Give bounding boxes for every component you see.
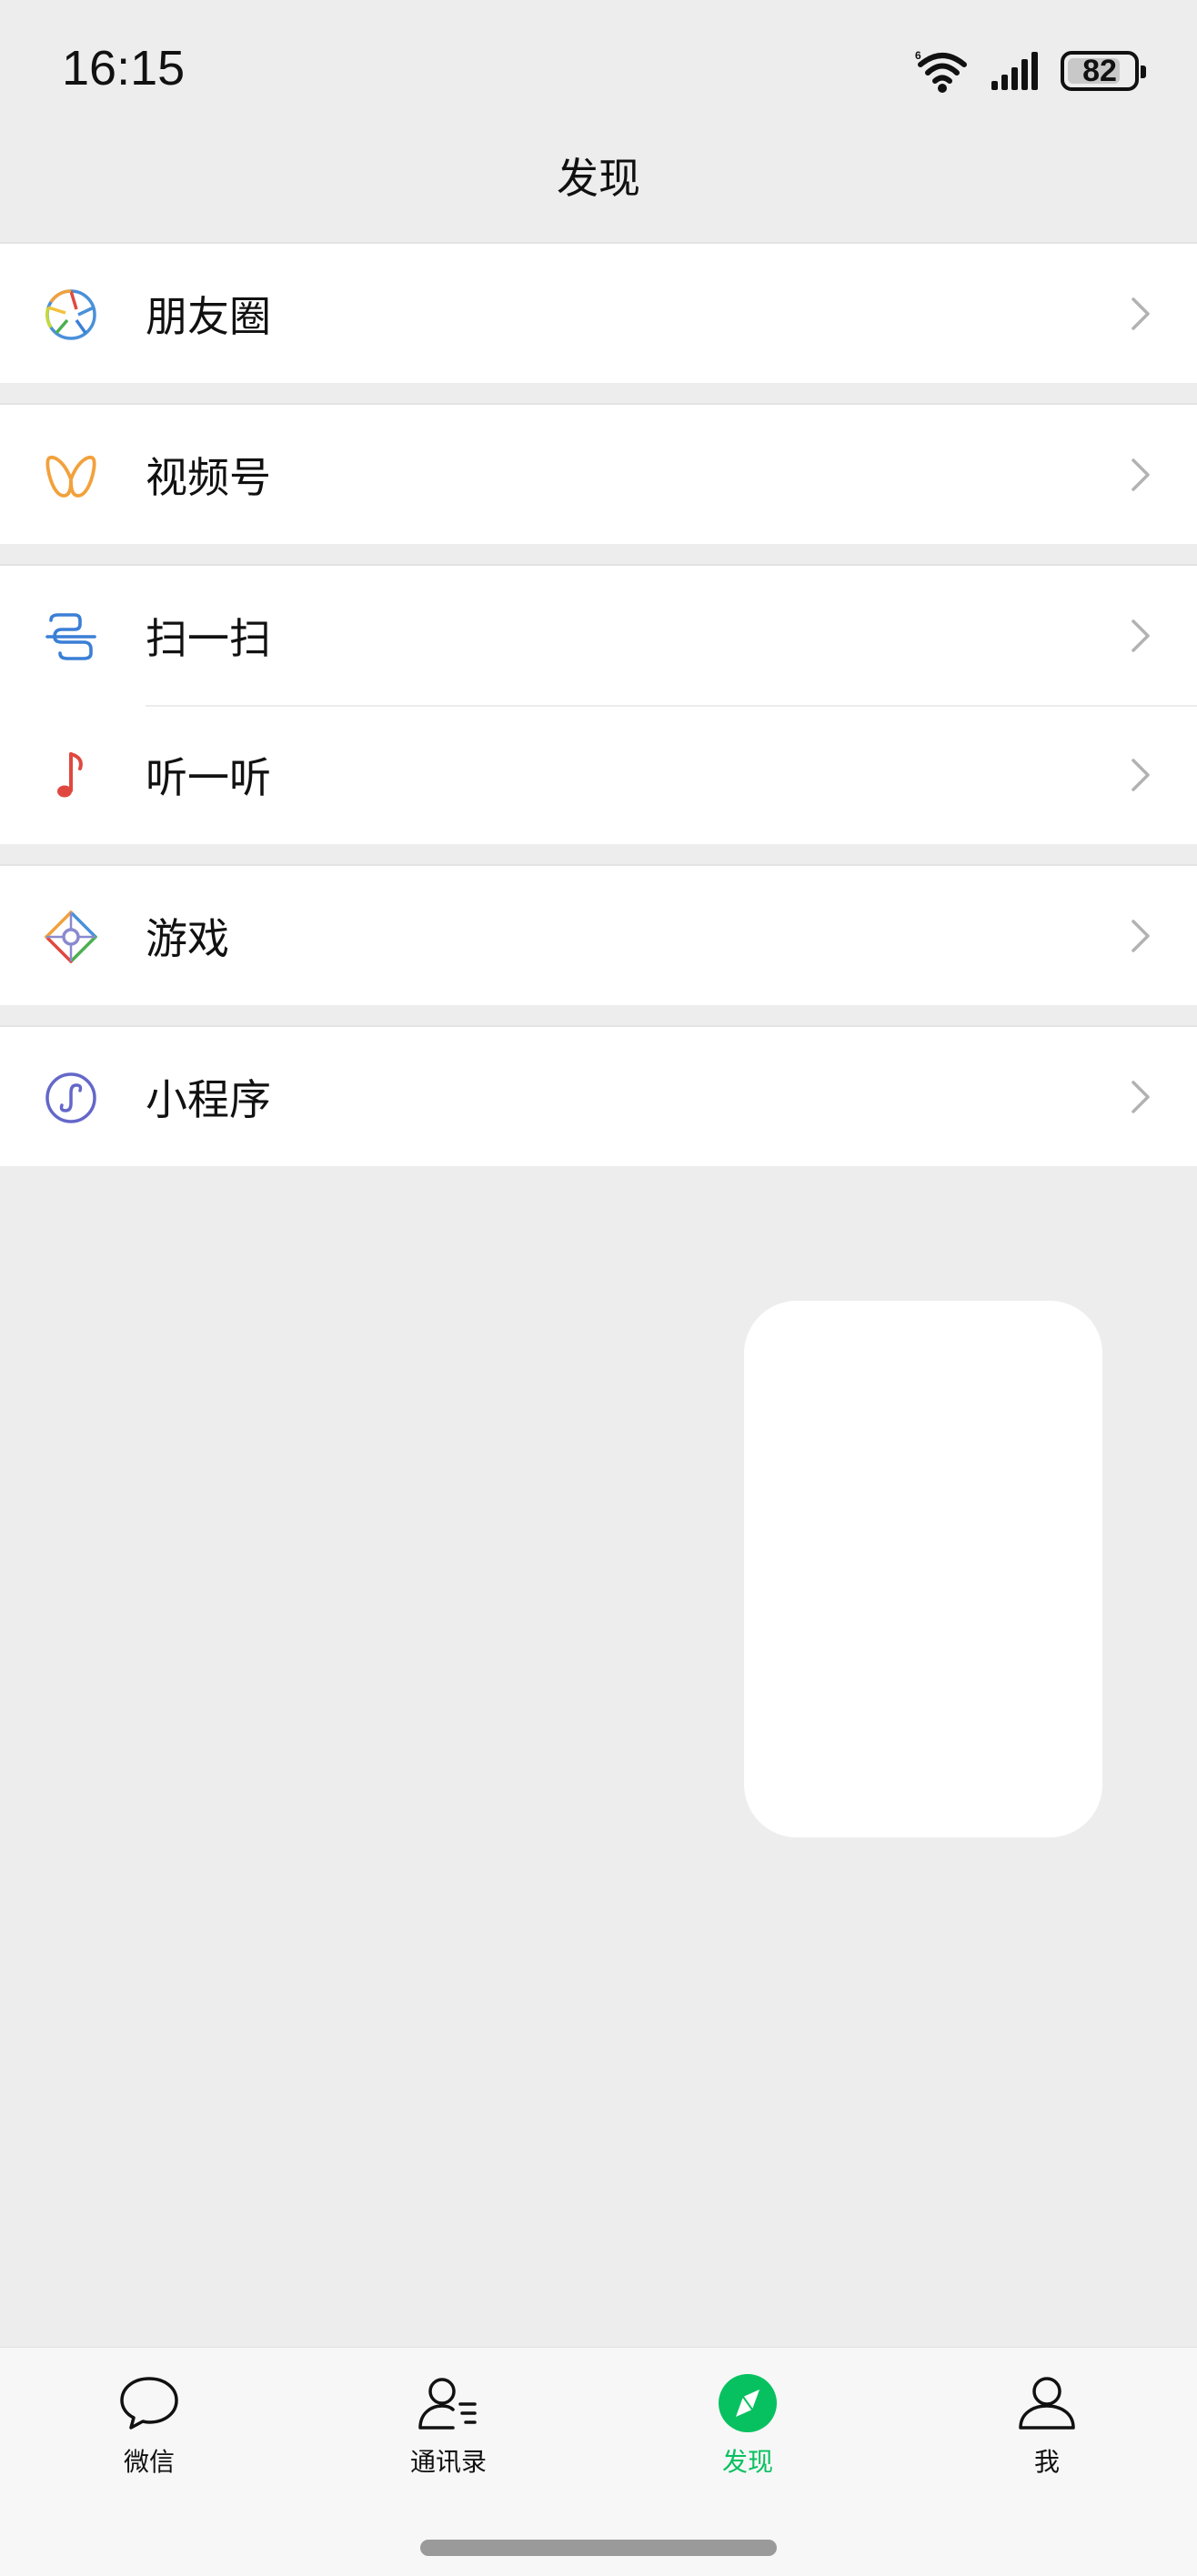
battery-cap: [1141, 65, 1146, 78]
menu-item-channels[interactable]: 视频号: [0, 405, 1197, 544]
tab-contacts[interactable]: 通讯录: [357, 2371, 539, 2479]
status-time: 16:15: [62, 41, 186, 96]
svg-text:6: 6: [915, 49, 921, 62]
discover-menu: 朋友圈 视频号 扫一扫 听一听 游戏 小程序: [0, 242, 1197, 1166]
menu-group-tools: 扫一扫 听一听: [0, 564, 1197, 844]
menu-item-games[interactable]: 游戏: [0, 866, 1197, 1005]
menu-item-listen[interactable]: 听一听: [0, 705, 1197, 844]
menu-item-moments[interactable]: 朋友圈: [0, 244, 1197, 383]
menu-item-mini-programs[interactable]: 小程序: [0, 1027, 1197, 1166]
menu-group-channels: 视频号: [0, 403, 1197, 544]
menu-item-label: 听一听: [146, 752, 271, 802]
music-note-icon: [57, 752, 83, 798]
home-indicator[interactable]: [420, 2540, 777, 2556]
page-title: 发现: [557, 154, 640, 203]
menu-item-label: 游戏: [146, 913, 229, 963]
menu-group-moments: 朋友圈: [0, 242, 1197, 383]
tab-me[interactable]: 我: [956, 2371, 1138, 2479]
mini-program-icon: [45, 1072, 96, 1123]
tab-label: 发现: [721, 2447, 773, 2477]
contacts-icon: [418, 2378, 477, 2430]
menu-item-label: 朋友圈: [146, 291, 271, 341]
tab-discover[interactable]: 发现: [657, 2371, 839, 2479]
person-icon: [1019, 2377, 1075, 2430]
game-diamond-icon: [45, 911, 97, 963]
tab-chats[interactable]: 微信: [58, 2371, 240, 2479]
menu-item-label: 小程序: [146, 1074, 271, 1124]
scan-icon: [45, 613, 96, 660]
menu-group-games: 游戏: [0, 864, 1197, 1005]
status-icons: 6 82: [915, 44, 1146, 98]
discover-compass-icon: [719, 2374, 777, 2432]
chevron-right-icon: [1132, 619, 1150, 652]
chevron-right-icon: [1132, 458, 1150, 491]
chevron-right-icon: [1132, 758, 1150, 791]
battery-percent: 82: [1082, 53, 1117, 88]
menu-item-label: 扫一扫: [146, 613, 271, 663]
battery-icon: 82: [1061, 51, 1146, 91]
wifi-icon: 6: [915, 49, 967, 93]
tab-label: 我: [1033, 2447, 1060, 2477]
chevron-right-icon: [1132, 297, 1150, 330]
menu-item-scan[interactable]: 扫一扫: [0, 566, 1197, 705]
channels-icon: [45, 455, 96, 498]
tab-label: 微信: [123, 2447, 175, 2477]
discover-screen: 16:15 6 82 发现 朋友圈 视频号 扫一扫 听一听 游戏 小程序 微信 …: [0, 0, 1197, 2576]
menu-item-label: 视频号: [146, 452, 271, 502]
tab-label: 通讯录: [409, 2447, 487, 2477]
menu-group-mini-programs: 小程序: [0, 1025, 1197, 1166]
floating-window[interactable]: [744, 1301, 1102, 1837]
status-bar: 16:15 6 82: [0, 0, 1197, 136]
moments-aperture-icon: [45, 289, 96, 340]
chevron-right-icon: [1132, 919, 1150, 952]
chat-bubble-icon: [120, 2377, 178, 2430]
signal-icon: [991, 52, 1038, 90]
chevron-right-icon: [1132, 1080, 1150, 1113]
